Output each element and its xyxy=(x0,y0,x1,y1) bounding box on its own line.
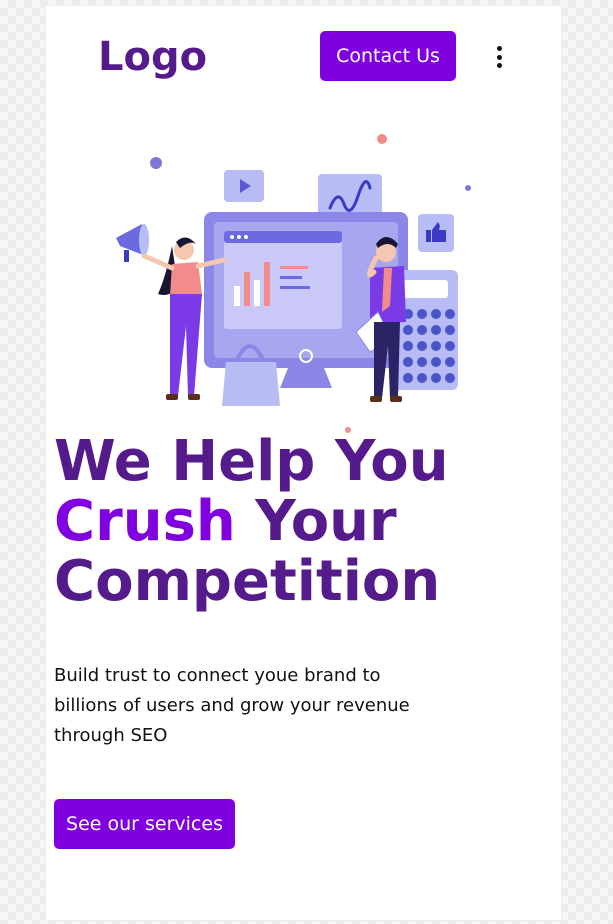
decor-dot xyxy=(465,185,471,191)
contact-us-button[interactable]: Contact Us xyxy=(320,31,456,81)
headline-accent-word: Crush xyxy=(54,489,236,554)
headline-line-1: We Help You xyxy=(54,429,449,494)
decor-dot xyxy=(377,134,387,144)
see-services-button[interactable]: See our services xyxy=(54,799,235,849)
logo[interactable]: Logo xyxy=(98,34,207,80)
thumbs-up-icon xyxy=(418,214,454,252)
kebab-menu-icon[interactable] xyxy=(492,46,506,68)
page-container: Logo Contact Us We Help You Crush Your C… xyxy=(46,6,561,920)
menu-dot xyxy=(496,46,502,51)
headline-line-2-rest: Your xyxy=(235,489,397,554)
menu-dot xyxy=(496,54,502,60)
hero-description: Build trust to connect youe brand to bil… xyxy=(54,665,410,746)
menu-dot xyxy=(496,63,502,68)
play-card-icon xyxy=(224,170,264,202)
headline-line-3: Competition xyxy=(54,549,441,614)
hero-illustration xyxy=(116,134,471,433)
decor-dot xyxy=(150,157,162,169)
hero-headline: We Help You Crush Your Competition xyxy=(54,432,449,612)
